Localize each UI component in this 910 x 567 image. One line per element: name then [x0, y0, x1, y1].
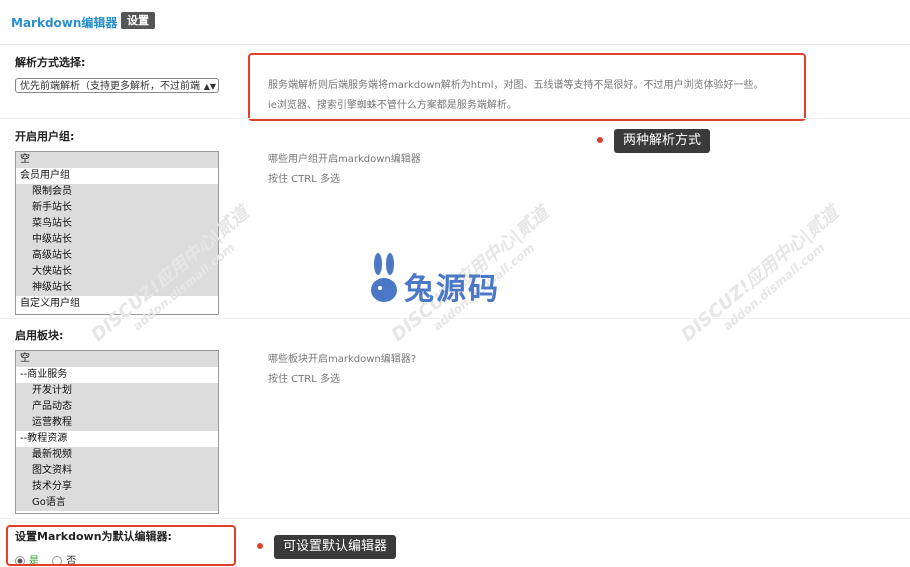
user-groups-help: 哪些用户组开启markdown编辑器 按住 CTRL 多选	[268, 150, 421, 190]
parse-mode-label: 解析方式选择:	[15, 56, 86, 69]
watermark-text: DISCUZ!应用中心|贰道	[677, 202, 843, 346]
row-divider	[0, 118, 910, 119]
list-option[interactable]: 运营教程	[16, 415, 218, 431]
watermark-logo: 兔源码	[404, 272, 500, 307]
list-option[interactable]: 新手站长	[16, 200, 218, 216]
forums-listbox[interactable]: 空 --商业服务 开发计划 产品动态 运营教程 --教程资源 最新视频 图文资料 技术分享 Go语…	[15, 350, 219, 514]
list-option[interactable]: Go语言	[16, 495, 218, 511]
list-option[interactable]: 技术分享	[16, 479, 218, 495]
user-groups-label: 开启用户组:	[15, 130, 75, 143]
list-option[interactable]: 产品动态	[16, 399, 218, 415]
callout-dot	[257, 543, 263, 549]
tab-settings[interactable]: 设置	[121, 12, 155, 29]
forums-help-line1: 哪些板块开启markdown编辑器?	[268, 354, 417, 365]
rabbit-logo-icon	[371, 253, 397, 302]
list-option[interactable]: 空	[16, 152, 218, 168]
list-option[interactable]: 菜鸟站长	[16, 216, 218, 232]
list-option[interactable]: 限制会员	[16, 184, 218, 200]
select-arrows-icon: ▲▼	[203, 82, 216, 91]
row-divider	[0, 518, 910, 519]
list-option[interactable]: 会员用户组	[16, 168, 218, 184]
default-editor-callout: 可设置默认编辑器	[274, 535, 397, 559]
parse-mode-selected-value: 优先前端解析（支持更多解析，不过前端	[20, 81, 200, 92]
forums-label: 启用板块:	[15, 329, 64, 342]
app-title: Markdown编辑器	[11, 16, 118, 30]
forums-help: 哪些板块开启markdown编辑器? 按住 CTRL 多选	[268, 350, 416, 390]
default-editor-highlight-box	[6, 525, 236, 566]
parse-mode-callout: 两种解析方式	[614, 129, 711, 153]
list-option[interactable]: 最新视频	[16, 447, 218, 463]
parse-mode-select[interactable]: 优先前端解析（支持更多解析，不过前端 ▲▼	[15, 78, 219, 93]
forums-help-line2: 按住 CTRL 多选	[268, 374, 340, 385]
user-groups-help-line2: 按住 CTRL 多选	[268, 174, 340, 185]
user-groups-help-line1: 哪些用户组开启markdown编辑器	[268, 154, 421, 165]
parse-mode-highlight-box	[248, 53, 806, 121]
list-option[interactable]: 图文资料	[16, 463, 218, 479]
list-option[interactable]: 空	[16, 351, 218, 367]
list-option[interactable]: 开发计划	[16, 383, 218, 399]
list-option[interactable]: --教程资源	[16, 431, 218, 447]
top-bar: Markdown编辑器 设置	[0, 0, 910, 45]
callout-dot	[597, 137, 603, 143]
list-option[interactable]: --商业服务	[16, 367, 218, 383]
